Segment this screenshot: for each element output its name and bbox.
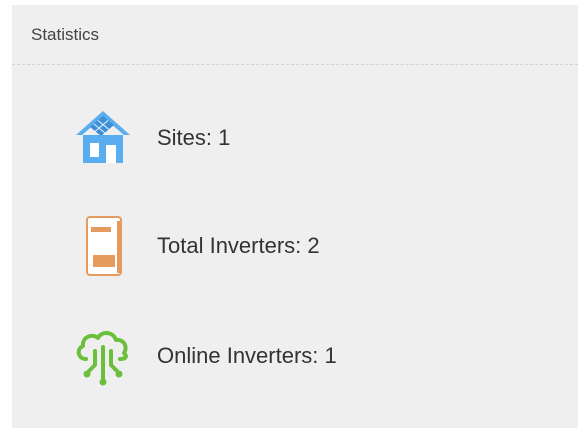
stat-sites: Sites: 1 bbox=[70, 105, 230, 171]
solar-house-icon bbox=[70, 105, 136, 171]
inverter-icon bbox=[70, 213, 136, 279]
panel-header: Statistics bbox=[12, 5, 578, 65]
online-inverters-label: Online Inverters: 1 bbox=[157, 343, 337, 368]
statistics-panel: Statistics Sites: 1 Total Inverters: 2 O… bbox=[12, 5, 578, 428]
panel-title: Statistics bbox=[31, 24, 100, 44]
stat-online-inverters: Online Inverters: 1 bbox=[70, 323, 337, 389]
total-inverters-label: Total Inverters: 2 bbox=[157, 233, 320, 258]
sites-count-label: Sites: 1 bbox=[157, 125, 231, 150]
cloud-network-icon bbox=[70, 323, 136, 389]
stat-total-inverters: Total Inverters: 2 bbox=[70, 213, 320, 279]
